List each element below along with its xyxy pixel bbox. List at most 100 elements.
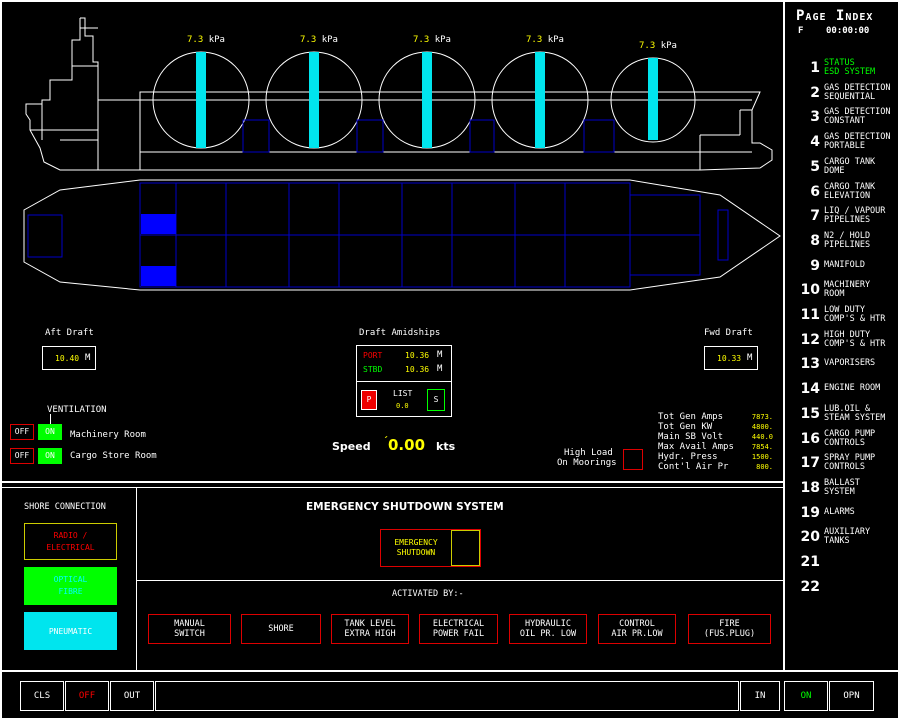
off-button[interactable]: OFF — [65, 681, 109, 711]
plan-ballast-filled — [141, 214, 176, 286]
list-stbd-indicator: S — [427, 389, 445, 411]
aft-draft-label: Aft Draft — [45, 328, 94, 338]
tank-2-level — [309, 52, 319, 148]
page-index-item-2[interactable]: 2 GAS DETECTION SEQUENTIAL — [786, 81, 896, 105]
machinery-room-on-button[interactable]: ON — [38, 424, 62, 440]
frame-index-divider — [783, 0, 785, 672]
in-button[interactable]: IN — [740, 681, 780, 711]
cause-electrical-power-fail[interactable]: ELECTRICAL POWER FAIL — [419, 614, 498, 644]
frame-mid-divider-2 — [0, 487, 785, 488]
page-index-item-9[interactable]: 9 MANIFOLD — [786, 254, 896, 278]
page-index-item-13[interactable]: 13 VAPORISERS — [786, 352, 896, 376]
page-index-label: GAS DETECTION CONSTANT — [824, 107, 891, 127]
page-index-item-5[interactable]: 5 CARGO TANK DOME — [786, 155, 896, 179]
page-index-title: Page Index — [796, 8, 874, 24]
tank-5-pressure-value: 7.3 — [639, 41, 656, 51]
page-index-label: CARGO TANK ELEVATION — [824, 181, 876, 201]
tank-1-pressure: 7.3 kPa — [187, 36, 225, 45]
gen-label: Tot Gen Amps — [658, 412, 724, 422]
tank-3-level — [422, 52, 432, 148]
gen-value: 1500. — [751, 453, 773, 461]
page-index-number: 4 — [810, 134, 820, 151]
page-index-item-6[interactable]: 6 CARGO TANK ELEVATION — [786, 180, 896, 204]
on-button[interactable]: ON — [784, 681, 828, 711]
page-index-item-7[interactable]: 7 LIQ / VAPOUR PIPELINES — [786, 204, 896, 228]
page-index-item-18[interactable]: 18 BALLAST SYSTEM — [786, 476, 896, 500]
cargo-store-on-button[interactable]: ON — [38, 448, 62, 464]
stbd-unit: M — [437, 364, 443, 374]
cargo-store-off-button[interactable]: OFF — [10, 448, 34, 464]
page-index-label: LIQ / VAPOUR PIPELINES — [824, 206, 886, 226]
gen-label: Main SB Volt — [658, 432, 724, 442]
page-index-item-4[interactable]: 4 GAS DETECTION PORTABLE — [786, 130, 896, 154]
opn-button[interactable]: OPN — [829, 681, 874, 711]
page-index-label: BALLAST SYSTEM — [824, 477, 860, 497]
page-index-label: LUB.OIL & STEAM SYSTEM — [824, 403, 886, 423]
high-load-line1: High Load — [564, 448, 613, 458]
fwd-draft-label: Fwd Draft — [704, 328, 753, 338]
page-index-list: 1 STATUS ESD SYSTEM 2 GAS DETECTION SEQUENT… — [786, 56, 898, 596]
pneumatic-button[interactable]: PNEUMATIC — [24, 612, 117, 650]
cause-manual-switch[interactable]: MANUAL SWITCH — [148, 614, 231, 644]
high-load-line2: On Moorings — [557, 458, 617, 468]
page-index-item-15[interactable]: 15 LUB.OIL & STEAM SYSTEM — [786, 402, 896, 426]
page-index-item-19[interactable]: 19 ALARMS — [786, 501, 896, 525]
esd-button-frame: EMERGENCY SHUTDOWN — [380, 529, 481, 567]
stbd-value: 10.36 — [405, 365, 430, 374]
page-index-label: ALARMS — [824, 506, 855, 517]
page-index-item-11[interactable]: 11 LOW DUTY COMP'S & HTR — [786, 303, 896, 327]
page-index-item-20[interactable]: 20 AUXILIARY TANKS — [786, 525, 896, 549]
page-index-item-8[interactable]: 8 N2 / HOLD PIPELINES — [786, 229, 896, 253]
radio-electrical-button[interactable]: RADIO / ELECTRICAL — [24, 523, 117, 560]
aft-draft-unit: M — [85, 353, 91, 363]
emergency-shutdown-button[interactable]: EMERGENCY SHUTDOWN — [381, 530, 451, 566]
tank-1-pressure-unit: kPa — [208, 35, 225, 45]
page-index-number: 5 — [810, 158, 820, 175]
draft-divider — [357, 381, 451, 382]
page-index-item-10[interactable]: 10 MACHINERY ROOM — [786, 278, 896, 302]
tank-3-pressure-unit: kPa — [434, 35, 451, 45]
cause-fire-fus-plug[interactable]: FIRE (FUS.PLUG) — [688, 614, 771, 644]
page-index-item-3[interactable]: 3 GAS DETECTION CONSTANT — [786, 105, 896, 129]
command-line[interactable] — [155, 681, 739, 711]
page-index-item-21[interactable]: 21 — [786, 550, 896, 574]
page-index-label: AUXILIARY TANKS — [824, 527, 871, 547]
tank-4-level — [535, 52, 545, 148]
speed-value: ´0.00 — [383, 436, 425, 454]
tank-2-pressure: 7.3 kPa — [300, 36, 338, 45]
page-index-label: MACHINERY ROOM — [824, 280, 871, 300]
page-index-item-14[interactable]: 14 ENGINE ROOM — [786, 377, 896, 401]
optical-fibre-button[interactable]: OPTICAL FIBRE — [24, 567, 117, 605]
fwd-draft-unit: M — [747, 353, 753, 363]
cause-hydraulic-oil-pr-low[interactable]: HYDRAULIC OIL PR. LOW — [509, 614, 587, 644]
page-index-item-12[interactable]: 12 HIGH DUTY COMP'S & HTR — [786, 328, 896, 352]
page-index-item-17[interactable]: 17 SPRAY PUMP CONTROLS — [786, 451, 896, 475]
page-index-number: 8 — [810, 232, 820, 249]
machinery-room-label: Machinery Room — [70, 430, 146, 440]
cls-button[interactable]: CLS — [20, 681, 64, 711]
page-index-label: CARGO PUMP CONTROLS — [824, 428, 876, 448]
cause-control-air-pr-low[interactable]: CONTROL AIR PR.LOW — [598, 614, 676, 644]
stbd-label: STBD — [363, 365, 383, 374]
frame-mid-divider — [0, 481, 785, 483]
machinery-room-off-button[interactable]: OFF — [10, 424, 34, 440]
page-index-number: 7 — [810, 208, 820, 225]
cause-tank-level-extra-high[interactable]: TANK LEVEL EXTRA HIGH — [331, 614, 409, 644]
page-index-item-1[interactable]: 1 STATUS ESD SYSTEM — [786, 56, 896, 80]
port-unit: M — [437, 350, 443, 360]
aft-draft-box: 10.40 M — [42, 346, 96, 370]
tank-4-pressure: 7.3 kPa — [526, 36, 564, 45]
tank-1-level — [196, 52, 206, 148]
page-index-number: 22 — [800, 578, 820, 595]
cause-shore[interactable]: SHORE — [241, 614, 321, 644]
page-index-number: 10 — [800, 282, 820, 299]
shore-connection-title: SHORE CONNECTION — [24, 502, 106, 512]
tank-2-pressure-value: 7.3 — [300, 35, 317, 45]
page-index-item-16[interactable]: 16 CARGO PUMP CONTROLS — [786, 427, 896, 451]
page-index-item-22[interactable]: 22 — [786, 575, 896, 599]
page-index-number: 14 — [800, 381, 820, 398]
gen-value: 440.0 — [751, 433, 773, 441]
out-button[interactable]: OUT — [110, 681, 154, 711]
page-index-label: SPRAY PUMP CONTROLS — [824, 453, 876, 473]
tank-5-level — [648, 58, 658, 140]
